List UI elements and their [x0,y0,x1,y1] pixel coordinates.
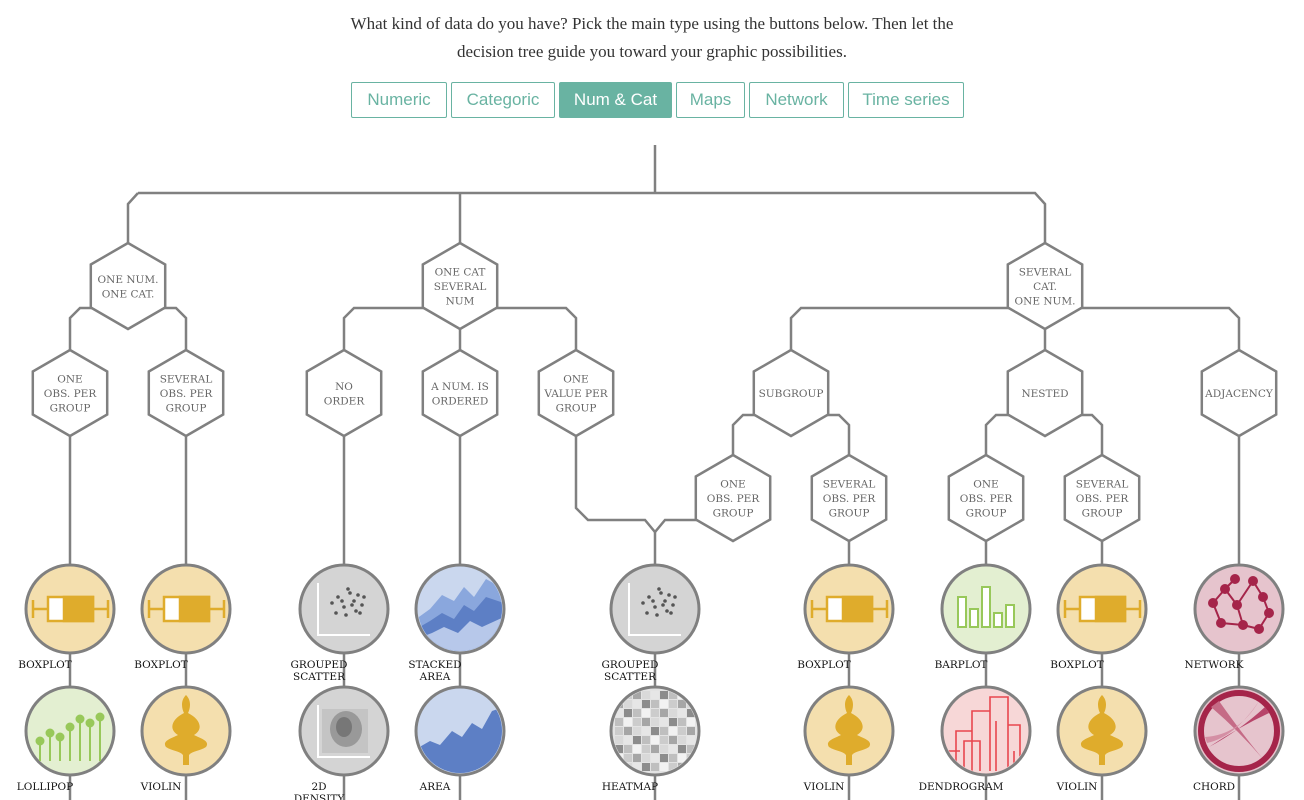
node-label: ONE [57,374,82,386]
leaf-stacked-area[interactable]: STACKEDAREA [408,563,506,683]
node-one-obs-per-group-c[interactable]: ONE OBS. PER GROUP [947,453,1025,543]
leaf-label: GROUPED [291,659,348,671]
hexagon-shape [305,348,383,438]
node-several-obs-per-group-b[interactable]: SEVERAL OBS. PER GROUP [810,453,888,543]
node-label: SEVERAL [1019,267,1072,279]
node-label: ONE NUM. [1015,296,1076,308]
leaf-label: BOXPLOT [797,659,850,671]
node-several-cat-one-num[interactable]: SEVERAL CAT. ONE NUM. [1006,241,1084,331]
node-label: OBS. PER [44,388,98,400]
node-label: SEVERAL [434,281,487,293]
leaf-density-2d[interactable]: 2DDENSITY [294,685,390,800]
leaf-label: BOXPLOT [134,659,187,671]
leaf-boxplot-1[interactable]: BOXPLOT [18,563,116,671]
node-label: SEVERAL [160,374,213,386]
leaf-label: CHORD [1193,781,1235,793]
node-label: NESTED [1021,388,1068,400]
node-one-obs-per-group-b[interactable]: ONE OBS. PER GROUP [694,453,772,543]
node-label: VALUE PER [543,388,608,400]
node-label: ONE CAT. [102,288,155,300]
node-label: CAT. [1033,281,1057,293]
node-label: SEVERAL [823,479,876,491]
node-label: A NUM. IS [430,381,489,393]
node-one-value-per-group[interactable]: ONE VALUE PER GROUP [537,348,615,438]
leaf-label: VIOLIN [1056,781,1098,793]
node-label: SEVERAL [1076,479,1129,491]
node-label: OBS. PER [823,493,877,505]
leaf-label: AREA [419,671,451,683]
node-label: ONE [563,374,588,386]
leaf-label: BARPLOT [935,659,988,671]
leaf-label: 2D [311,781,326,793]
leaf-label: DENSITY [294,793,346,800]
leaf-label: NETWORK [1184,659,1243,671]
node-label: GROUP [966,508,1007,520]
node-label: NO [335,381,353,393]
node-label: GROUP [50,403,91,415]
leaf-label: GROUPED [602,659,659,671]
leaf-label: VIOLIN [140,781,182,793]
leaf-grouped-scatter-1[interactable]: GROUPEDSCATTER [291,563,390,683]
node-label: ONE [973,479,998,491]
node-label: ORDERED [432,395,489,407]
node-label: ADJACENCY [1204,388,1274,400]
node-one-obs-per-group-a[interactable]: ONE OBS. PER GROUP [31,348,109,438]
leaf-label: AREA [419,781,451,793]
decision-tree: ONE NUM. ONE CAT. ONE CAT SEVERAL NUM SEVERAL… [17,145,1285,800]
node-subgroup[interactable]: SUBGROUP [752,348,830,438]
node-several-obs-per-group-c[interactable]: SEVERAL OBS. PER GROUP [1063,453,1141,543]
node-no-order[interactable]: NO ORDER [305,348,383,438]
leaf-heatmap[interactable]: HEATMAP [602,685,701,793]
node-label: GROUP [1082,508,1123,520]
node-label: GROUP [166,403,207,415]
leaf-circle [609,563,701,655]
leaf-circle [298,563,390,655]
node-label: GROUP [829,508,870,520]
leaf-network[interactable]: NETWORK [1184,563,1285,671]
node-a-num-is-ordered[interactable]: A NUM. IS ORDERED [421,348,499,438]
leaf-label: BOXPLOT [1050,659,1103,671]
node-adjacency[interactable]: ADJACENCY [1200,348,1278,438]
leaf-label: HEATMAP [602,781,658,793]
leaf-lollipop[interactable]: LOLLIPOP [17,685,116,793]
node-one-num-one-cat[interactable]: ONE NUM. ONE CAT. [89,241,167,331]
leaf-boxplot-3[interactable]: BOXPLOT [797,563,895,671]
heatmap-icon [615,691,695,771]
leaf-boxplot-2[interactable]: BOXPLOT [134,563,232,671]
node-label: OBS. PER [1076,493,1130,505]
leaf-label: VIOLIN [803,781,845,793]
node-label: ONE CAT [435,267,486,279]
node-label: OBS. PER [160,388,214,400]
node-label: OBS. PER [960,493,1014,505]
leaf-dendrogram[interactable]: DENDROGRAM [919,685,1032,793]
leaf-label: BOXPLOT [18,659,71,671]
leaf-label: STACKED [408,659,461,671]
density-icon [317,705,370,758]
leaf-barplot[interactable]: BARPLOT [935,563,1032,671]
leaf-boxplot-4[interactable]: BOXPLOT [1050,563,1148,671]
node-label: NUM [446,296,475,308]
node-label: GROUP [556,403,597,415]
node-one-cat-several-num[interactable]: ONE CAT SEVERAL NUM [421,241,499,331]
hexagon-shape [89,241,167,331]
leaf-grouped-scatter-2[interactable]: GROUPEDSCATTER [602,563,701,683]
node-label: ONE NUM. [98,274,159,286]
leaf-label: DENDROGRAM [919,781,1004,793]
node-label: ONE [720,479,745,491]
hexagon-shape [421,348,499,438]
leaf-label: LOLLIPOP [17,781,73,793]
node-label: GROUP [713,508,754,520]
node-nested[interactable]: NESTED [1006,348,1084,438]
leaf-label: SCATTER [293,671,346,683]
node-several-obs-per-group-a[interactable]: SEVERAL OBS. PER GROUP [147,348,225,438]
leaf-label: SCATTER [604,671,657,683]
node-label: SUBGROUP [759,388,824,400]
node-label: OBS. PER [707,493,761,505]
node-label: ORDER [324,395,366,407]
